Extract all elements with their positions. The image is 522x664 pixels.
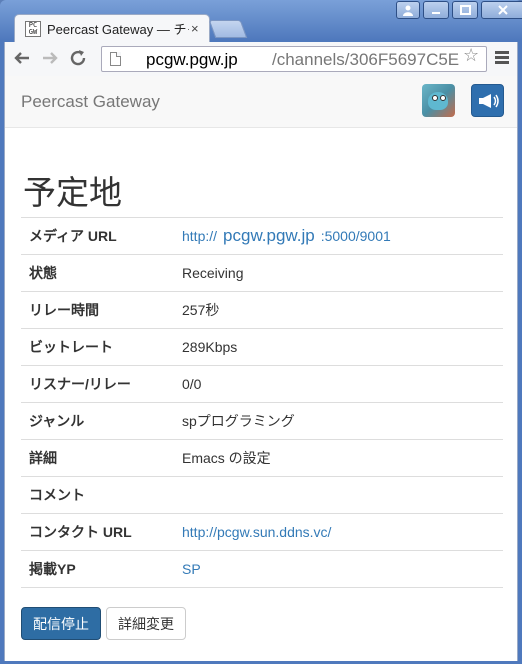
media-url-link[interactable]: http:// pcgw.pgw.jp :5000/9001 xyxy=(174,217,503,255)
row-key: リレー時間 xyxy=(21,291,174,329)
browser-toolbar: pcgw.pgw.jp /channels/306F5697C5E ☆ xyxy=(4,42,518,76)
chrome-menu-icon[interactable] xyxy=(495,51,509,66)
brand-link[interactable]: Peercast Gateway xyxy=(21,92,160,112)
new-tab-button[interactable] xyxy=(208,20,248,38)
user-icon[interactable] xyxy=(396,1,420,19)
user-avatar-icon[interactable] xyxy=(422,84,455,117)
row-value xyxy=(174,476,503,514)
edit-details-button[interactable]: 詳細変更 xyxy=(106,607,186,640)
table-row: コンタクト URL http://pcgw.sun.ddns.vc/ xyxy=(21,513,503,551)
row-key: ビットレート xyxy=(21,328,174,366)
reload-icon[interactable] xyxy=(69,49,87,71)
browser-tab[interactable]: PCGW Peercast Gateway — チャンネル × xyxy=(14,14,210,42)
table-row: メディア URL http:// pcgw.pgw.jp :5000/9001 xyxy=(21,217,503,255)
yp-link[interactable]: SP xyxy=(182,561,201,577)
url-host: pcgw.pgw.jp xyxy=(146,50,238,69)
address-bar[interactable]: pcgw.pgw.jp /channels/306F5697C5E xyxy=(101,46,487,72)
minimize-icon[interactable] xyxy=(423,1,449,19)
forward-arrow-icon[interactable] xyxy=(41,49,59,71)
row-value: 289Kbps xyxy=(174,328,503,366)
contact-url-cell: http://pcgw.sun.ddns.vc/ xyxy=(174,513,503,551)
table-row: リレー時間 257秒 xyxy=(21,291,503,329)
table-row: 詳細 Emacs の設定 xyxy=(21,439,503,477)
bookmark-star-icon[interactable]: ☆ xyxy=(463,47,479,65)
action-buttons: 配信停止 詳細変更 xyxy=(21,607,186,640)
pcgw-favicon-icon: PC GW xyxy=(25,20,41,37)
window-controls xyxy=(396,1,522,19)
megaphone-icon[interactable] xyxy=(471,84,504,117)
row-key: 状態 xyxy=(21,254,174,292)
row-key: コンタクト URL xyxy=(21,513,174,551)
row-key: リスナー/リレー xyxy=(21,365,174,403)
channel-info-table: メディア URL http:// pcgw.pgw.jp :5000/9001 状態… xyxy=(21,217,503,588)
page-viewport: Peercast Gateway 予定地 メディア URL http://pcg… xyxy=(4,76,518,661)
table-row: コメント xyxy=(21,476,503,514)
site-navbar: Peercast Gateway xyxy=(5,76,517,128)
row-value: Receiving xyxy=(174,254,503,292)
yp-cell: SP xyxy=(174,550,503,588)
browser-window: PCGW Peercast Gateway — チャンネル × pcgw.pgw… xyxy=(0,0,522,664)
close-window-icon[interactable] xyxy=(481,1,522,19)
row-key: コメント xyxy=(21,476,174,514)
media-url-suffix: :5000/9001 xyxy=(320,228,391,244)
media-url-host: pcgw.pgw.jp xyxy=(223,226,315,245)
row-value: Emacs の設定 xyxy=(174,439,503,477)
row-value: 0/0 xyxy=(174,365,503,403)
back-arrow-icon[interactable] xyxy=(13,49,31,71)
row-value: spプログラミング xyxy=(174,402,503,440)
table-row: ビットレート 289Kbps xyxy=(21,328,503,366)
media-url-prefix: http:// xyxy=(182,228,218,244)
table-row: ジャンル spプログラミング xyxy=(21,402,503,440)
row-key: 掲載YP xyxy=(21,550,174,588)
table-row: 状態 Receiving xyxy=(21,254,503,292)
maximize-icon[interactable] xyxy=(452,1,478,19)
row-key: メディア URL xyxy=(21,217,174,255)
page-icon xyxy=(110,52,121,66)
table-row: 掲載YP SP xyxy=(21,550,503,588)
url-path: /channels/306F5697C5E xyxy=(272,50,460,69)
row-key: 詳細 xyxy=(21,439,174,477)
channel-title: 予定地 xyxy=(23,173,122,212)
table-row: リスナー/リレー 0/0 xyxy=(21,365,503,403)
tab-title: Peercast Gateway — チャンネル xyxy=(47,22,189,37)
stop-broadcast-button[interactable]: 配信停止 xyxy=(21,607,101,640)
row-key: ジャンル xyxy=(21,402,174,440)
tab-close-icon[interactable]: × xyxy=(191,21,199,36)
row-value: 257秒 xyxy=(174,291,503,329)
contact-url-link[interactable]: http://pcgw.sun.ddns.vc/ xyxy=(182,524,331,540)
